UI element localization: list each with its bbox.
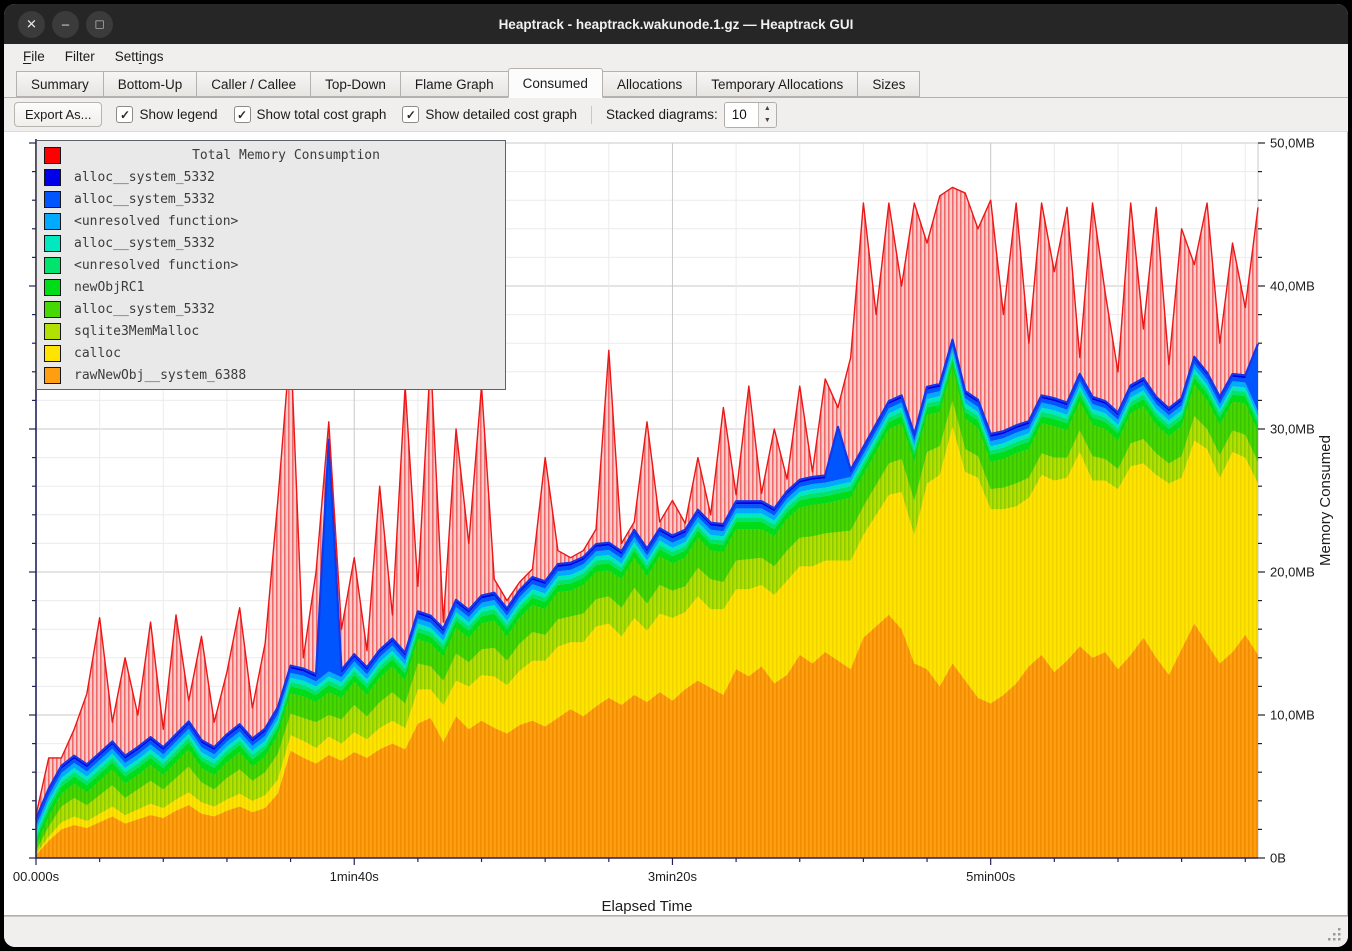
tab-allocations[interactable]: Allocations bbox=[603, 71, 696, 97]
legend-item: alloc__system_5332 bbox=[37, 166, 505, 188]
checkmark-icon[interactable]: ✓ bbox=[234, 106, 251, 123]
y-tick-label: 10,0MB bbox=[1270, 708, 1315, 723]
legend-swatch-total bbox=[44, 147, 61, 164]
y-tick-label: 20,0MB bbox=[1270, 565, 1315, 580]
checkbox-label: Show detailed cost graph bbox=[425, 107, 577, 122]
legend-label: alloc__system_5332 bbox=[74, 192, 215, 207]
checkbox-show-legend[interactable]: ✓ Show legend bbox=[116, 106, 217, 123]
menu-item-filter[interactable]: Filter bbox=[56, 47, 104, 66]
legend-item: <unresolved function> bbox=[37, 210, 505, 232]
screen-background: ✕ – □ Heaptrack - heaptrack.wakunode.1.g… bbox=[0, 0, 1352, 951]
legend-label: newObjRC1 bbox=[74, 280, 144, 295]
legend-item: calloc bbox=[37, 342, 505, 364]
y-tick-label: 0B bbox=[1270, 851, 1286, 866]
checkbox-label: Show total cost graph bbox=[257, 107, 387, 122]
x-tick-label: 5min00s bbox=[966, 869, 1016, 884]
y-tick-label: 30,0MB bbox=[1270, 422, 1315, 437]
maximize-button[interactable]: □ bbox=[86, 11, 113, 38]
y-tick-label: 40,0MB bbox=[1270, 279, 1315, 294]
toolbar: Export As... ✓ Show legend ✓ Show total cos… bbox=[4, 98, 1348, 132]
y-axis-title: Memory Consumed bbox=[1317, 435, 1334, 566]
checkbox-show-detailed-cost-graph[interactable]: ✓ Show detailed cost graph bbox=[402, 106, 577, 123]
maximize-icon: □ bbox=[96, 17, 104, 30]
legend-label: rawNewObj__system_6388 bbox=[74, 368, 246, 383]
legend-item: rawNewObj__system_6388 bbox=[37, 364, 505, 386]
checkbox-label: Show legend bbox=[139, 107, 217, 122]
tab-temporary-allocations[interactable]: Temporary Allocations bbox=[696, 71, 857, 97]
tab-summary[interactable]: Summary bbox=[16, 71, 103, 97]
tab-bar: SummaryBottom-UpCaller / CalleeTop-DownF… bbox=[4, 68, 1348, 98]
tab-caller-callee[interactable]: Caller / Callee bbox=[196, 71, 310, 97]
tab-top-down[interactable]: Top-Down bbox=[310, 71, 400, 97]
chart-panel: 0B 10,0MB 20,0MB 30,0MB 40,0MB 50,0MB 00.000s 1… bbox=[4, 132, 1348, 916]
stacked-diagrams-spinbox[interactable]: 10 ▲ ▼ bbox=[724, 102, 777, 128]
x-tick-label: 00.000s bbox=[13, 869, 60, 884]
legend-title: Total Memory Consumption bbox=[74, 148, 498, 163]
tab-sizes[interactable]: Sizes bbox=[857, 71, 920, 97]
tab-flame-graph[interactable]: Flame Graph bbox=[400, 71, 508, 97]
minimize-icon: – bbox=[62, 17, 69, 30]
legend-title-row: Total Memory Consumption bbox=[37, 144, 505, 166]
legend-label: <unresolved function> bbox=[74, 258, 238, 273]
minimize-button[interactable]: – bbox=[52, 11, 79, 38]
tab-bottom-up[interactable]: Bottom-Up bbox=[103, 71, 197, 97]
legend-label: sqlite3MemMalloc bbox=[74, 324, 199, 339]
checkmark-icon[interactable]: ✓ bbox=[116, 106, 133, 123]
status-bar bbox=[4, 916, 1348, 947]
legend-item: newObjRC1 bbox=[37, 276, 505, 298]
legend-item: alloc__system_5332 bbox=[37, 232, 505, 254]
legend-swatch bbox=[44, 345, 61, 362]
menu-item-settings[interactable]: Settings bbox=[106, 47, 173, 66]
legend-swatch bbox=[44, 279, 61, 296]
x-tick-label: 3min20s bbox=[648, 869, 698, 884]
stacked-diagrams-label: Stacked diagrams: bbox=[606, 107, 718, 122]
x-tick-label: 1min40s bbox=[330, 869, 380, 884]
legend-swatch bbox=[44, 169, 61, 186]
legend-label: alloc__system_5332 bbox=[74, 302, 215, 317]
resize-grip[interactable] bbox=[1327, 927, 1342, 942]
checkbox-show-total-cost-graph[interactable]: ✓ Show total cost graph bbox=[234, 106, 387, 123]
checkbox-group: ✓ Show legend ✓ Show total cost graph ✓ Show … bbox=[116, 106, 577, 123]
spinbox-value[interactable]: 10 bbox=[725, 103, 758, 127]
spinbox-down-arrow[interactable]: ▼ bbox=[759, 115, 776, 127]
x-axis-title: Elapsed Time bbox=[602, 898, 693, 915]
legend-item: alloc__system_5332 bbox=[37, 298, 505, 320]
export-as-button[interactable]: Export As... bbox=[14, 102, 102, 127]
legend-swatch bbox=[44, 323, 61, 340]
checkmark-icon[interactable]: ✓ bbox=[402, 106, 419, 123]
legend-item: sqlite3MemMalloc bbox=[37, 320, 505, 342]
chart-legend: Total Memory Consumption alloc__system_53… bbox=[36, 140, 506, 390]
close-icon: ✕ bbox=[26, 17, 37, 30]
legend-swatch bbox=[44, 235, 61, 252]
toolbar-separator bbox=[591, 106, 592, 124]
spinbox-buttons: ▲ ▼ bbox=[758, 103, 776, 127]
legend-swatch bbox=[44, 213, 61, 230]
y-tick-label: 50,0MB bbox=[1270, 136, 1315, 151]
legend-label: alloc__system_5332 bbox=[74, 170, 215, 185]
series-areas bbox=[36, 340, 1258, 858]
title-bar: ✕ – □ Heaptrack - heaptrack.wakunode.1.g… bbox=[4, 4, 1348, 44]
spinbox-up-arrow[interactable]: ▲ bbox=[759, 103, 776, 115]
close-button[interactable]: ✕ bbox=[18, 11, 45, 38]
legend-swatch bbox=[44, 301, 61, 318]
app-window: ✕ – □ Heaptrack - heaptrack.wakunode.1.g… bbox=[4, 4, 1348, 947]
legend-label: <unresolved function> bbox=[74, 214, 238, 229]
legend-swatch bbox=[44, 367, 61, 384]
window-title: Heaptrack - heaptrack.wakunode.1.gz — He… bbox=[4, 17, 1348, 32]
menu-item-file[interactable]: File bbox=[14, 47, 54, 66]
legend-swatch bbox=[44, 257, 61, 274]
menu-bar: FileFilterSettings bbox=[4, 44, 1348, 68]
legend-label: calloc bbox=[74, 346, 121, 361]
legend-item: alloc__system_5332 bbox=[37, 188, 505, 210]
window-controls: ✕ – □ bbox=[18, 11, 113, 38]
legend-item: <unresolved function> bbox=[37, 254, 505, 276]
tab-consumed[interactable]: Consumed bbox=[508, 68, 603, 98]
legend-swatch bbox=[44, 191, 61, 208]
legend-label: alloc__system_5332 bbox=[74, 236, 215, 251]
